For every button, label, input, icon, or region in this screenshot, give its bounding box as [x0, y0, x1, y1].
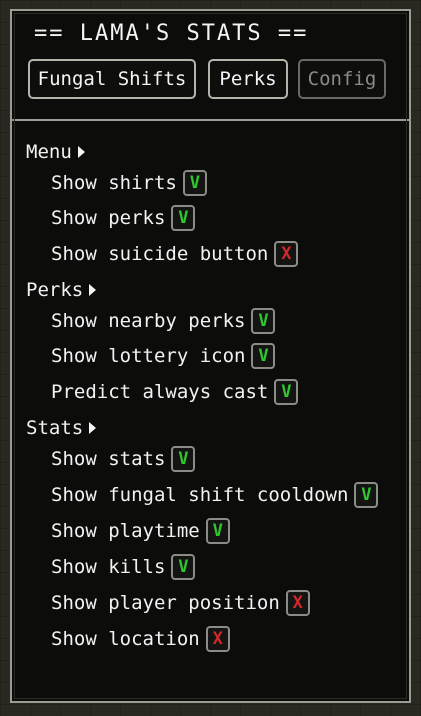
option-show-perks: Show perks V [51, 203, 196, 233]
option-show-kills: Show kills V [51, 552, 196, 582]
option-label: Show shirts [51, 172, 177, 194]
header-divider [12, 119, 409, 121]
tab-perks[interactable]: Perks [208, 59, 288, 99]
stats-panel: == LAMA'S STATS == Fungal Shifts Perks C… [10, 9, 411, 703]
checkbox-unchecked-icon[interactable]: X [205, 626, 230, 652]
option-label: Show fungal shift cooldown [51, 484, 349, 506]
option-label: Show playtime [51, 520, 200, 542]
option-label: Show lottery icon [51, 345, 246, 367]
option-label: Show player position [51, 592, 280, 614]
checkbox-checked-icon[interactable]: V [171, 446, 196, 472]
tab-fungal-shifts-label: Fungal Shifts [37, 68, 187, 90]
option-label: Show suicide button [51, 243, 269, 265]
option-show-lottery-icon: Show lottery icon V [51, 341, 276, 371]
checkbox-checked-icon[interactable]: V [171, 554, 196, 580]
checkbox-checked-icon[interactable]: V [274, 379, 299, 405]
option-show-player-position: Show player position X [51, 588, 310, 618]
option-label: Show stats [51, 448, 166, 470]
option-label: Show nearby perks [51, 310, 246, 332]
option-show-playtime: Show playtime V [51, 516, 230, 546]
checkbox-checked-icon[interactable]: V [251, 308, 276, 334]
section-perks[interactable]: Perks [26, 275, 97, 305]
option-show-stats: Show stats V [51, 444, 196, 474]
tab-perks-label: Perks [219, 68, 277, 90]
checkbox-checked-icon[interactable]: V [354, 482, 379, 508]
checkbox-unchecked-icon[interactable]: X [274, 241, 299, 267]
option-label: Show perks [51, 207, 166, 229]
option-predict-always-cast: Predict always cast V [51, 377, 299, 407]
section-menu[interactable]: Menu [26, 137, 85, 167]
option-show-shirts: Show shirts V [51, 168, 207, 198]
expand-arrow-icon [89, 284, 97, 296]
tab-fungal-shifts[interactable]: Fungal Shifts [28, 59, 196, 99]
option-show-fungal-shift-cooldown: Show fungal shift cooldown V [51, 480, 379, 510]
section-stats[interactable]: Stats [26, 413, 97, 443]
checkbox-unchecked-icon[interactable]: X [285, 590, 310, 616]
expand-arrow-icon [77, 146, 85, 158]
checkbox-checked-icon[interactable]: V [171, 205, 196, 231]
checkbox-checked-icon[interactable]: V [182, 170, 207, 196]
tab-config[interactable]: Config [298, 59, 386, 99]
option-show-location: Show location X [51, 624, 230, 654]
option-label: Show kills [51, 556, 166, 578]
option-label: Show location [51, 628, 200, 650]
checkbox-checked-icon[interactable]: V [205, 518, 230, 544]
option-show-nearby-perks: Show nearby perks V [51, 306, 276, 336]
section-stats-label: Stats [26, 417, 84, 439]
checkbox-checked-icon[interactable]: V [251, 343, 276, 369]
section-perks-label: Perks [26, 279, 84, 301]
option-label: Predict always cast [51, 381, 269, 403]
expand-arrow-icon [89, 422, 97, 434]
tab-config-label: Config [307, 68, 377, 90]
section-menu-label: Menu [26, 141, 72, 163]
panel-title: == LAMA'S STATS == [34, 21, 309, 46]
option-show-suicide-button: Show suicide button X [51, 239, 299, 269]
